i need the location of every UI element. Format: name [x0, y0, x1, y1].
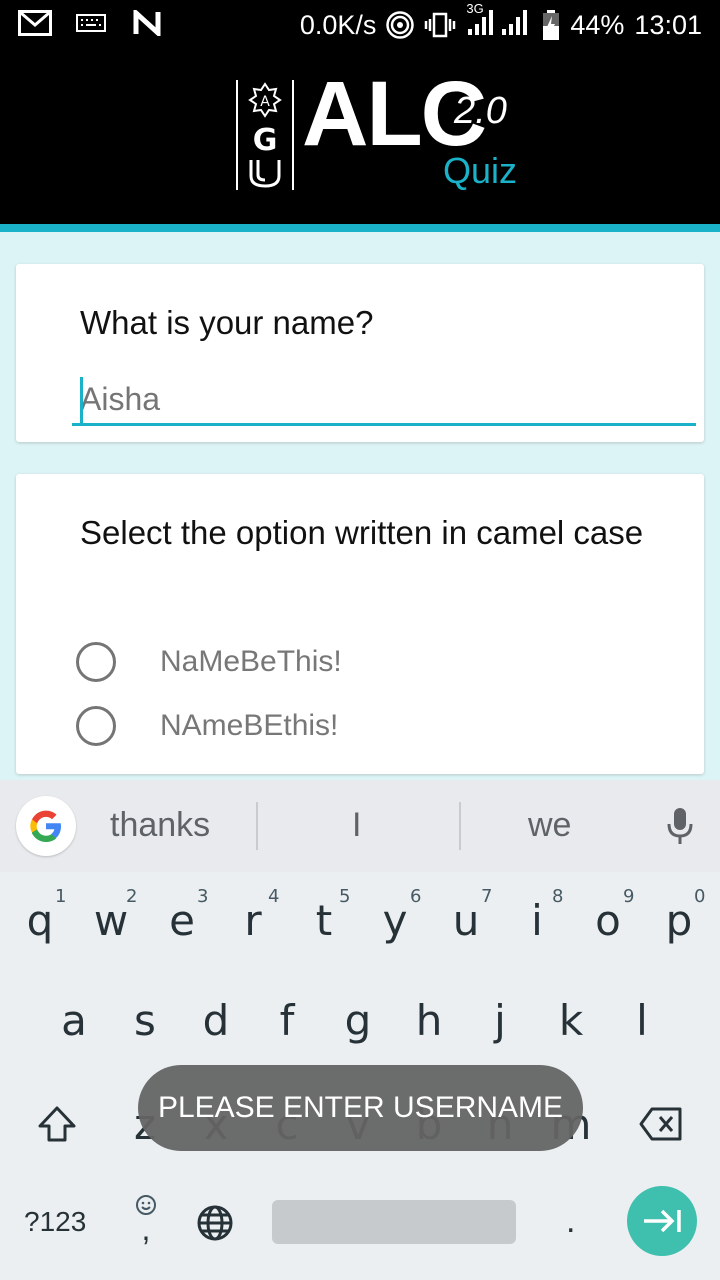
radio-button[interactable] [76, 642, 116, 682]
name-input[interactable] [72, 376, 696, 426]
hotspot-icon [386, 11, 415, 39]
signal-icon: 3G [466, 1, 532, 42]
key-f[interactable]: f [255, 996, 319, 1045]
text-cursor [80, 377, 83, 423]
key-g[interactable]: g [326, 996, 390, 1045]
key-u[interactable]: u [434, 896, 498, 945]
status-bar: 0.0K/s 3G 44% 13:01 [0, 0, 720, 50]
svg-text:A: A [260, 94, 270, 110]
camel-case-question-card: Select the option written in camel case … [16, 474, 704, 774]
space-bar[interactable] [272, 1200, 516, 1244]
suggestion-3[interactable]: we [528, 806, 571, 845]
comma-key[interactable]: , [132, 1194, 160, 1247]
suggestion-1[interactable]: thanks [110, 806, 210, 845]
key-s[interactable]: s [113, 996, 177, 1045]
divider [256, 802, 258, 850]
microphone-icon[interactable] [664, 806, 696, 851]
enter-button[interactable] [627, 1186, 697, 1256]
key-p[interactable]: p [647, 896, 711, 945]
radio-button[interactable] [76, 706, 116, 746]
symbols-key[interactable]: ?123 [24, 1206, 86, 1238]
key-j[interactable]: j [468, 996, 532, 1045]
backspace-icon[interactable] [638, 1106, 684, 1147]
keyboard-icon [74, 8, 108, 38]
logo-subtitle: Quiz [443, 150, 518, 191]
n-icon [130, 8, 164, 38]
logo-version: 2.0 [454, 90, 507, 132]
comma-label: , [141, 1211, 151, 1247]
period-key[interactable]: . [566, 1202, 575, 1241]
key-d[interactable]: d [184, 996, 248, 1045]
key-q[interactable]: q [8, 896, 72, 945]
option-2[interactable]: NAmeBEthis! [76, 706, 338, 746]
globe-icon[interactable] [196, 1204, 234, 1247]
question-title: Select the option written in camel case [80, 514, 644, 551]
key-k[interactable]: k [539, 996, 603, 1045]
toast-message: PLEASE ENTER USERNAME [138, 1065, 583, 1151]
key-w[interactable]: w [79, 896, 143, 945]
key-i[interactable]: i [505, 896, 569, 945]
suggestion-strip: thanks I we [0, 780, 720, 872]
battery-percent: 44% [570, 9, 625, 40]
net-speed: 0.0K/s [299, 9, 377, 40]
suggestion-2[interactable]: I [352, 806, 361, 845]
key-a[interactable]: a [42, 996, 106, 1045]
agu-logo-icon: A G [236, 80, 294, 190]
key-t[interactable]: t [292, 896, 356, 945]
option-label: NAmeBEthis! [160, 709, 339, 742]
key-e[interactable]: e [150, 896, 214, 945]
option-label: NaMeBeThis! [160, 645, 342, 678]
header-accent-line [0, 224, 720, 232]
battery-icon [543, 10, 560, 40]
next-arrow-icon [644, 1209, 681, 1233]
svg-text:G: G [253, 123, 278, 158]
key-r[interactable]: r [221, 896, 285, 945]
clock: 13:01 [634, 9, 702, 40]
key-y[interactable]: y [363, 896, 427, 945]
name-question-card: What is your name? [16, 264, 704, 442]
vibrate-icon [425, 12, 456, 38]
question-title: What is your name? [80, 304, 374, 341]
shift-icon[interactable] [36, 1104, 78, 1149]
key-h[interactable]: h [397, 996, 461, 1045]
key-o[interactable]: o [576, 896, 640, 945]
gmail-icon [18, 8, 52, 38]
option-1[interactable]: NaMeBeThis! [76, 642, 342, 682]
divider [459, 802, 461, 850]
google-icon[interactable] [16, 796, 76, 856]
key-l[interactable]: l [610, 996, 674, 1045]
